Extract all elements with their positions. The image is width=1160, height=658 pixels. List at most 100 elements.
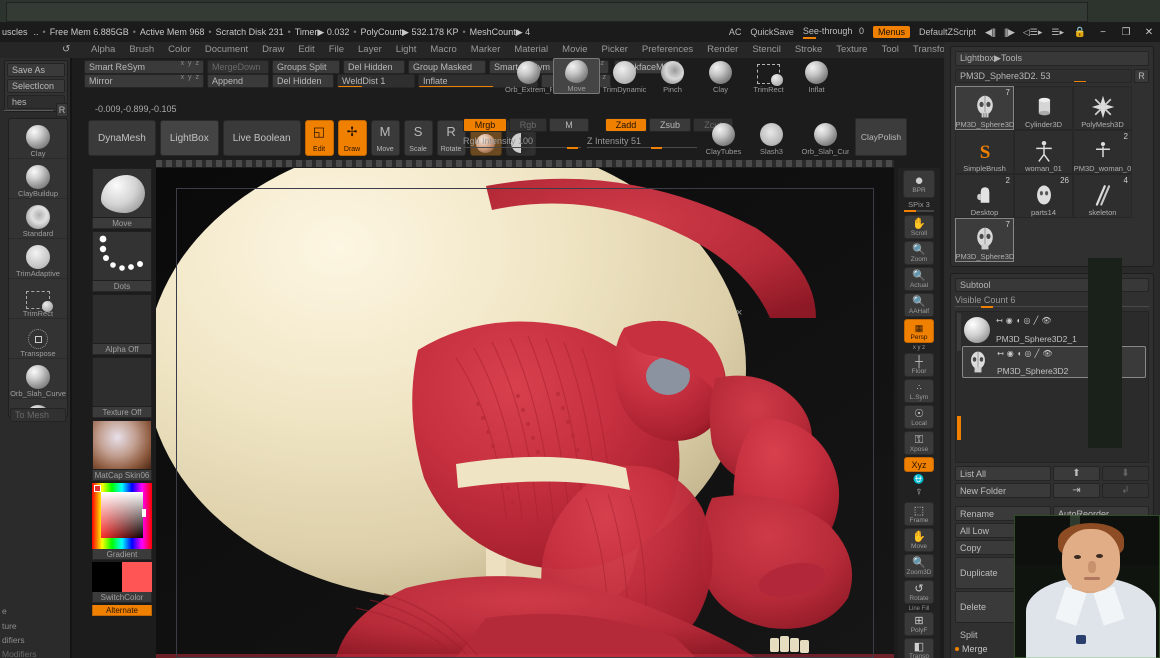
lightbox-tools-button[interactable]: Lightbox▶Tools — [955, 51, 1149, 66]
bpr-render-button[interactable]: ● BPR — [903, 170, 935, 198]
to-mesh-button[interactable]: To Mesh — [10, 408, 66, 422]
brush-r-button[interactable]: R — [56, 103, 68, 117]
tray-left-icon[interactable]: ◁☰▸ — [1023, 27, 1043, 38]
subtool-row-toggles[interactable]: ↤ ◉ ◖ ◎ ╱ 👁 — [997, 349, 1053, 358]
tray-collapse-right-icon[interactable]: |||▶ — [1004, 27, 1015, 38]
tool-cell-parts14[interactable]: 26 parts14 — [1014, 174, 1073, 218]
tool-cell-skeleton[interactable]: 4 skeleton — [1073, 174, 1132, 218]
tray-right-icon[interactable]: ☰▸ — [1051, 27, 1064, 38]
symmetry-icon-2[interactable]: ⍒ — [898, 487, 940, 498]
polyframe-button[interactable]: ⊞ PolyF — [904, 612, 934, 636]
brush-pinch[interactable]: Pinch — [649, 58, 696, 94]
menu-item-color[interactable]: Color — [161, 43, 198, 57]
menus-button[interactable]: Menus — [872, 26, 910, 38]
del-hidden-button-1[interactable]: Del Hidden — [343, 60, 405, 74]
brush-tile-claybuildup[interactable]: ClayBuildup — [9, 159, 67, 199]
brush-orb-extrem-poli[interactable]: Orb_Extrem_Poli — [505, 58, 552, 94]
brush-tile-trimrect[interactable]: TrimRect — [9, 279, 67, 319]
subtool-scrollbar[interactable] — [957, 313, 961, 351]
eye-icon[interactable]: 👁 — [1042, 349, 1052, 358]
ac-button[interactable]: AC — [729, 27, 742, 37]
mrgb-button[interactable]: Mrgb — [463, 118, 507, 132]
half-icon[interactable]: ◖ — [1017, 349, 1022, 358]
secondary-color-swatch[interactable] — [122, 562, 152, 592]
color-swatches[interactable]: SwitchColor — [92, 562, 152, 603]
lightbox-button[interactable]: LightBox — [159, 120, 219, 156]
tool-cell-polymesh3d[interactable]: PolyMesh3D — [1073, 86, 1132, 130]
current-brush-swatch[interactable]: Move — [92, 168, 152, 229]
zoom-3d-button[interactable]: 🔍 Zoom3D — [904, 554, 934, 578]
menu-item-draw[interactable]: Draw — [255, 43, 291, 57]
menu-item-document[interactable]: Document — [198, 43, 255, 57]
tool-cell-simplebrush[interactable]: S SimpleBrush — [955, 130, 1014, 174]
new-folder-button[interactable]: New Folder — [955, 483, 1051, 498]
webcam-overlay[interactable] — [1014, 515, 1160, 658]
persp-button[interactable]: ▦ Persp — [904, 319, 934, 343]
transparency-button[interactable]: ◧ Transp — [904, 638, 934, 658]
lock-icon[interactable]: 🔒 — [1073, 27, 1087, 38]
spix-slider-track[interactable] — [904, 210, 934, 212]
scale-mode-button[interactable]: S Scale — [403, 120, 433, 156]
move-up-button[interactable]: ⬆ — [1053, 466, 1100, 481]
brush-trimdynamic[interactable]: TrimDynamic — [601, 58, 648, 94]
tool-cell-pm3d-woman[interactable]: 2 PM3D_woman_0 — [1073, 130, 1132, 174]
smart-resym-button[interactable]: Smart ReSym x y z — [84, 60, 204, 74]
current-texture-swatch[interactable]: Texture Off — [92, 357, 152, 418]
brush-tile-clay[interactable]: Clay — [9, 119, 67, 159]
split-button[interactable]: Split — [955, 627, 1019, 642]
xpose-button[interactable]: ⚿ Xpose — [904, 431, 934, 455]
del-hidden-button-2[interactable]: Del Hidden — [272, 74, 334, 88]
current-alpha-swatch[interactable]: Alpha Off — [92, 294, 152, 355]
paint-icon[interactable]: ╱ — [1034, 316, 1039, 325]
mergedown-button[interactable]: MergeDown — [207, 60, 269, 74]
menu-item-layer[interactable]: Layer — [351, 43, 389, 57]
half-icon[interactable]: ◖ — [1016, 316, 1021, 325]
menu-item-file[interactable]: File — [322, 43, 351, 57]
color-square[interactable] — [101, 492, 143, 538]
m-button[interactable]: M — [549, 118, 589, 132]
local-symmetry-button[interactable]: ∴ L.Sym — [904, 379, 934, 403]
close-button[interactable]: ✕ — [1142, 27, 1156, 38]
menu-item-picker[interactable]: Picker — [595, 43, 635, 57]
color-slider-handle[interactable] — [142, 509, 146, 517]
brush-clay[interactable]: Clay — [697, 58, 744, 94]
tool-cell-desktop[interactable]: 2 Desktop — [955, 174, 1014, 218]
tool-r-button[interactable]: R — [1134, 69, 1149, 83]
select-icon-button[interactable]: SelectIcon — [7, 79, 65, 93]
weld-dist-slider[interactable]: WeldDist 1 — [337, 74, 415, 88]
paint-icon[interactable]: ╱ — [1035, 349, 1040, 358]
refresh-icon[interactable]: ↺ — [62, 44, 70, 55]
z-intensity-slider[interactable]: Z Intensity 51 — [587, 136, 697, 149]
visibility-icon[interactable]: ◉ — [1007, 349, 1014, 358]
groups-split-button[interactable]: Groups Split — [272, 60, 340, 74]
menu-item-brush[interactable]: Brush — [122, 43, 161, 57]
aahalf-button[interactable]: 🔍 AAHalf — [904, 293, 934, 317]
rotate-mode-button[interactable]: R Rotate — [436, 120, 466, 156]
menu-item-marker[interactable]: Marker — [464, 43, 508, 57]
circle-icon[interactable]: ◎ — [1025, 349, 1032, 358]
brush-inflat[interactable]: Inflat — [793, 58, 840, 94]
subtool-row-toggles[interactable]: ↤ ◉ ◖ ◎ ╱ 👁 — [996, 316, 1052, 325]
indent-left-button[interactable]: ↲ — [1102, 483, 1149, 498]
menu-item-alpha[interactable]: Alpha — [84, 43, 122, 57]
current-stroke-swatch[interactable]: Dots — [92, 231, 152, 292]
quicksave-button[interactable]: QuickSave — [750, 27, 794, 37]
tool-cell-pm3d-sphere3d-2[interactable]: 7 PM3D_Sphere3D — [955, 218, 1014, 262]
visibility-icon[interactable]: ◉ — [1006, 316, 1013, 325]
floor-button[interactable]: ┼ Floor — [904, 353, 934, 377]
arrow-icon[interactable]: ↤ — [996, 316, 1003, 325]
brush-slash3[interactable]: Slash3 — [748, 118, 795, 156]
actual-size-button[interactable]: 🔍 Actual — [904, 267, 934, 291]
tool-name-slider[interactable]: PM3D_Sphere3D2. 53 — [955, 69, 1132, 83]
alternate-button[interactable]: Alternate — [92, 605, 152, 616]
xyz-button[interactable]: Xyz — [904, 457, 934, 472]
current-material-swatch[interactable]: MatCap Skin06 — [92, 420, 152, 481]
restore-button[interactable]: ❐ — [1119, 27, 1133, 38]
arrow-icon[interactable]: ↤ — [997, 349, 1004, 358]
minimize-button[interactable]: − — [1096, 27, 1110, 38]
menu-item-stencil[interactable]: Stencil — [745, 43, 788, 57]
menu-item-render[interactable]: Render — [700, 43, 745, 57]
rotate-3d-button[interactable]: ↺ Rotate — [904, 580, 934, 604]
menu-item-light[interactable]: Light — [389, 43, 424, 57]
zadd-button[interactable]: Zadd — [605, 118, 647, 132]
